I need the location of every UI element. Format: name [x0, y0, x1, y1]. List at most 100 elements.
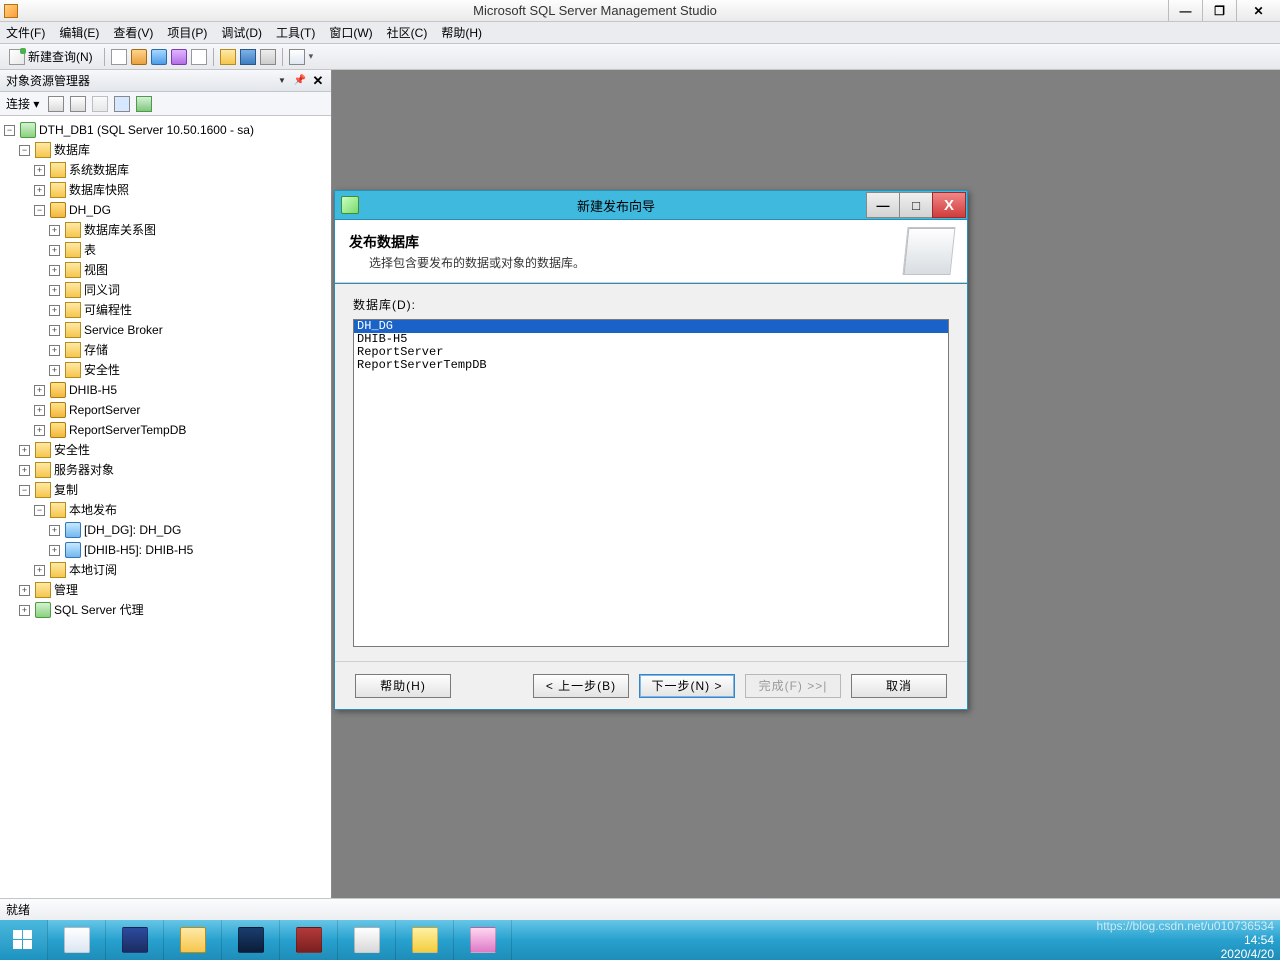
save-icon[interactable] — [240, 49, 256, 65]
panel-close-icon[interactable]: ✕ — [311, 74, 325, 88]
folder-icon — [35, 142, 51, 158]
tree-system-databases[interactable]: +系统数据库 — [34, 160, 329, 180]
object-tree[interactable]: −DTH_DB1 (SQL Server 10.50.1600 - sa) −数… — [0, 116, 331, 898]
folder-icon — [50, 182, 66, 198]
blank-query-icon[interactable] — [191, 49, 207, 65]
tree-diagrams[interactable]: +数据库关系图 — [49, 220, 329, 240]
tree-programmability[interactable]: +可编程性 — [49, 300, 329, 320]
taskbar-app-2[interactable] — [280, 920, 338, 960]
close-button[interactable]: ✕ — [1236, 0, 1280, 21]
panel-dropdown-icon[interactable] — [275, 74, 289, 88]
status-text: 就绪 — [6, 901, 30, 918]
menu-help[interactable]: 帮助(H) — [441, 24, 482, 41]
stop-icon[interactable] — [92, 96, 108, 112]
tray-date: 2020/4/20 — [1221, 947, 1274, 961]
tree-server-objects[interactable]: +服务器对象 — [19, 460, 329, 480]
tree-views[interactable]: +视图 — [49, 260, 329, 280]
open-file-icon[interactable] — [220, 49, 236, 65]
connect-dropdown[interactable]: 连接 ▾ — [6, 95, 39, 112]
engine-query-icon[interactable] — [131, 49, 147, 65]
app-icon — [4, 4, 18, 18]
dialog-close-button[interactable]: X — [932, 192, 966, 218]
tree-publication-1[interactable]: +[DH_DG]: DH_DG — [49, 520, 329, 540]
tree-db-reportserver[interactable]: +ReportServer — [34, 400, 329, 420]
tray-time: 14:54 — [1244, 933, 1274, 947]
menubar: 文件(F) 编辑(E) 查看(V) 项目(P) 调试(D) 工具(T) 窗口(W… — [0, 22, 1280, 44]
database-listbox[interactable]: DH_DG DHIB-H5 ReportServer ReportServerT… — [353, 319, 949, 647]
database-icon — [50, 402, 66, 418]
folder-icon — [50, 162, 66, 178]
taskbar-app-3[interactable] — [338, 920, 396, 960]
new-query-button[interactable]: 新建查询(N) — [4, 46, 98, 67]
save-all-icon[interactable] — [260, 49, 276, 65]
tree-tables[interactable]: +表 — [49, 240, 329, 260]
tree-databases[interactable]: −数据库 — [19, 140, 329, 160]
menu-project[interactable]: 项目(P) — [167, 24, 207, 41]
dialog-footer: 帮助(H) < 上一步(B) 下一步(N) > 完成(F) >>| 取消 — [335, 661, 967, 709]
new-file-icon[interactable] — [111, 49, 127, 65]
menu-window[interactable]: 窗口(W) — [329, 24, 372, 41]
tree-local-publications[interactable]: −本地发布 — [34, 500, 329, 520]
back-button[interactable]: < 上一步(B) — [533, 674, 629, 698]
tree-server[interactable]: −DTH_DB1 (SQL Server 10.50.1600 - sa) — [4, 120, 329, 140]
menu-community[interactable]: 社区(C) — [387, 24, 428, 41]
menu-debug[interactable]: 调试(D) — [221, 24, 262, 41]
taskbar: https://blog.csdn.net/u010736534 14:54 2… — [0, 920, 1280, 960]
tree-db-security[interactable]: +安全性 — [49, 360, 329, 380]
server-icon — [20, 122, 36, 138]
mdx-query-icon[interactable] — [171, 49, 187, 65]
list-item[interactable]: DHIB-H5 — [354, 333, 948, 346]
disconnect-icon[interactable] — [70, 96, 86, 112]
menu-tools[interactable]: 工具(T) — [276, 24, 315, 41]
separator — [282, 48, 283, 66]
panel-toolbar: 连接 ▾ — [0, 92, 331, 116]
tree-db-reportservertmp[interactable]: +ReportServerTempDB — [34, 420, 329, 440]
tree-management[interactable]: +管理 — [19, 580, 329, 600]
tree-service-broker[interactable]: +Service Broker — [49, 320, 329, 340]
pin-icon[interactable] — [293, 74, 307, 88]
folder-icon — [65, 342, 81, 358]
tree-publication-2[interactable]: +[DHIB-H5]: DHIB-H5 — [49, 540, 329, 560]
tree-synonyms[interactable]: +同义词 — [49, 280, 329, 300]
maximize-button[interactable]: ❐ — [1202, 0, 1236, 21]
filter-icon[interactable] — [114, 96, 130, 112]
dialog-titlebar[interactable]: 新建发布向导 — □ X — [335, 191, 967, 219]
dialog-header-image — [902, 227, 955, 275]
help-button[interactable]: 帮助(H) — [355, 674, 451, 698]
tree-storage[interactable]: +存储 — [49, 340, 329, 360]
folder-icon — [65, 262, 81, 278]
next-button[interactable]: 下一步(N) > — [639, 674, 735, 698]
tray-clock[interactable]: https://blog.csdn.net/u010736534 14:54 2… — [1097, 920, 1274, 960]
taskbar-ssms[interactable] — [396, 920, 454, 960]
menu-edit[interactable]: 编辑(E) — [59, 24, 99, 41]
start-button[interactable] — [0, 920, 48, 960]
menu-file[interactable]: 文件(F) — [6, 24, 45, 41]
tree-local-subscriptions[interactable]: +本地订阅 — [34, 560, 329, 580]
panel-title: 对象资源管理器 — [6, 72, 271, 89]
new-query-label: 新建查询(N) — [28, 48, 93, 65]
taskbar-explorer[interactable] — [164, 920, 222, 960]
cancel-button[interactable]: 取消 — [851, 674, 947, 698]
dialog-maximize-button[interactable]: □ — [899, 192, 933, 218]
menu-view[interactable]: 查看(V) — [113, 24, 153, 41]
list-item[interactable]: ReportServerTempDB — [354, 359, 948, 372]
taskbar-paint[interactable] — [454, 920, 512, 960]
tree-db-snapshots[interactable]: +数据库快照 — [34, 180, 329, 200]
tree-security[interactable]: +安全性 — [19, 440, 329, 460]
tree-db-dhib[interactable]: +DHIB-H5 — [34, 380, 329, 400]
dialog-title: 新建发布向导 — [365, 196, 867, 215]
analysis-query-icon[interactable] — [151, 49, 167, 65]
taskbar-powershell[interactable] — [106, 920, 164, 960]
activity-monitor-icon[interactable] — [289, 49, 305, 65]
refresh-icon[interactable] — [136, 96, 152, 112]
minimize-button[interactable]: — — [1168, 0, 1202, 21]
folder-icon — [35, 442, 51, 458]
list-item[interactable]: DH_DG — [354, 320, 948, 333]
tree-db-dhdg[interactable]: −DH_DG — [34, 200, 329, 220]
taskbar-server-manager[interactable] — [48, 920, 106, 960]
taskbar-app-1[interactable] — [222, 920, 280, 960]
dialog-minimize-button[interactable]: — — [866, 192, 900, 218]
tree-replication[interactable]: −复制 — [19, 480, 329, 500]
tree-sql-server-agent[interactable]: +SQL Server 代理 — [19, 600, 329, 620]
connect-icon[interactable] — [48, 96, 64, 112]
